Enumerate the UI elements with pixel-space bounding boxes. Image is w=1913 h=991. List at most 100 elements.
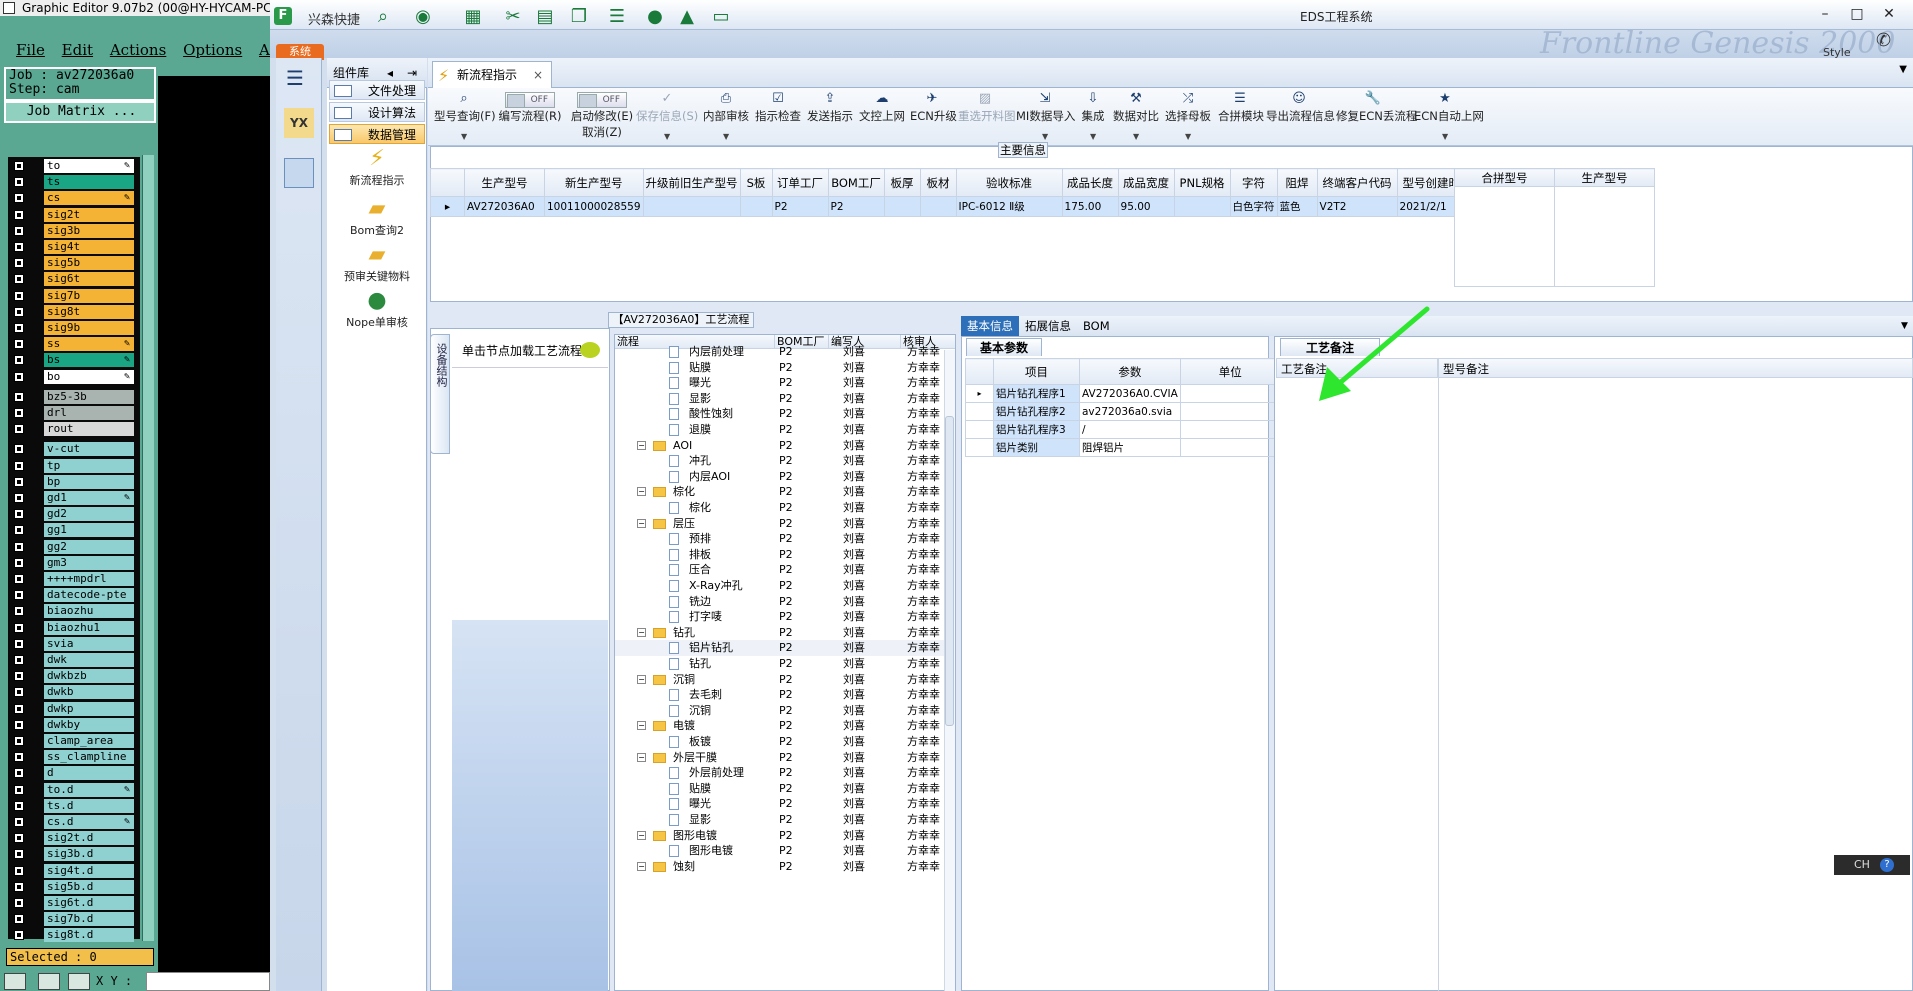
- layer-checkbox[interactable]: [14, 865, 24, 876]
- layer-checkbox[interactable]: [14, 849, 24, 860]
- job-matrix-button[interactable]: Job Matrix ...: [4, 101, 156, 123]
- layer-row[interactable]: d: [10, 766, 135, 781]
- tool-new-flow[interactable]: ⚡ 新流程指示: [327, 146, 427, 188]
- chevron-down-icon[interactable]: ▼: [664, 132, 670, 141]
- main-cell[interactable]: [919, 196, 957, 217]
- collapse-icon[interactable]: −: [637, 721, 646, 731]
- layer-checkbox[interactable]: [14, 817, 24, 827]
- layer-checkbox[interactable]: [14, 339, 24, 350]
- layer-checkbox[interactable]: [14, 306, 24, 317]
- tree-row[interactable]: 板镀P2刘喜方幸幸已审核: [615, 734, 945, 750]
- layer-checkbox[interactable]: [14, 898, 24, 908]
- tree-row[interactable]: −图形电镀P2刘喜方幸幸已审核: [615, 828, 945, 844]
- layer-checkbox[interactable]: [14, 622, 24, 633]
- tree-row[interactable]: 去毛刺P2刘喜方幸幸已审核: [615, 687, 945, 703]
- grid-tool-button[interactable]: [68, 973, 90, 990]
- layer-checkbox[interactable]: [14, 225, 24, 236]
- tree-row[interactable]: 退膜P2刘喜方幸幸已审核: [615, 422, 945, 438]
- merge-header[interactable]: 生产型号: [1554, 168, 1655, 187]
- main-cell[interactable]: [642, 196, 741, 217]
- device-structure-tab[interactable]: 设备结构: [430, 334, 450, 454]
- layer-row[interactable]: bs ✎: [10, 353, 135, 368]
- layer-checkbox[interactable]: [14, 355, 24, 366]
- main-cell[interactable]: [883, 196, 921, 217]
- collapse-icon[interactable]: −: [637, 627, 646, 637]
- layer-row[interactable]: sig3b: [10, 223, 135, 238]
- search-icon[interactable]: ⌕: [370, 6, 396, 28]
- tree-row[interactable]: X-Ray冲孔P2刘喜方幸幸已审核: [615, 578, 945, 594]
- process-tree-scroll-thumb[interactable]: [945, 416, 954, 726]
- tree-row[interactable]: 压合P2刘喜方幸幸已审核: [615, 562, 945, 578]
- toolbar-button[interactable]: ⤮ 选择母板 ▼: [1162, 88, 1214, 146]
- layer-row[interactable]: sig9b: [10, 321, 135, 335]
- layer-checkbox[interactable]: [14, 930, 24, 941]
- phone-icon[interactable]: ✆: [1876, 30, 1891, 51]
- layer-checkbox[interactable]: [14, 638, 24, 649]
- layer-row[interactable]: sig2t.d: [10, 831, 135, 846]
- main-cell[interactable]: V2T2: [1316, 196, 1398, 217]
- chevron-down-icon[interactable]: ▼: [1899, 64, 1907, 75]
- chevron-down-icon[interactable]: ▼: [1442, 132, 1448, 141]
- layer-checkbox[interactable]: [14, 703, 24, 714]
- tree-row[interactable]: 内层前处理P2刘喜方幸幸已审核: [615, 344, 945, 360]
- toolbar-button[interactable]: ▨ 重选开料图: [958, 88, 1016, 146]
- layer-checkbox[interactable]: [14, 574, 24, 584]
- tree-row[interactable]: 打字唛P2刘喜方幸幸已审核: [615, 609, 945, 625]
- layer-checkbox[interactable]: [14, 408, 24, 418]
- load-flow-node[interactable]: 单击节点加载工艺流程: [452, 334, 608, 368]
- layer-row[interactable]: datecode-pte: [10, 588, 135, 603]
- layer-checkbox[interactable]: [14, 290, 24, 301]
- monitor-icon[interactable]: ▭: [708, 6, 734, 28]
- calculator-icon[interactable]: [284, 158, 314, 188]
- layer-row[interactable]: sig5b.d: [10, 879, 135, 894]
- tree-row[interactable]: 棕化P2刘喜方幸幸已审核: [615, 500, 945, 516]
- layer-checkbox[interactable]: [14, 655, 24, 665]
- tree-row[interactable]: −钻孔P2刘喜方幸幸已审核: [615, 625, 945, 641]
- tab-extended-info[interactable]: 拓展信息: [1019, 316, 1077, 336]
- tree-row[interactable]: 曝光P2刘喜方幸幸已审核: [615, 375, 945, 391]
- layer-row[interactable]: sig8t: [10, 304, 135, 319]
- tree-row[interactable]: 沉铜P2刘喜方幸幸已审核: [615, 703, 945, 719]
- layer-row[interactable]: dwkbzb: [10, 669, 135, 684]
- layer-checkbox[interactable]: [14, 768, 24, 779]
- film-icon[interactable]: ▤: [532, 6, 558, 28]
- chevron-down-icon[interactable]: ▼: [1090, 132, 1096, 141]
- menu-icon[interactable]: ☰: [286, 66, 304, 90]
- layer-row[interactable]: drl: [10, 406, 135, 420]
- layer-row[interactable]: to ✎: [10, 159, 135, 173]
- layer-row[interactable]: sig7b.d: [10, 912, 135, 927]
- layer-row[interactable]: biaozhu1: [10, 620, 135, 635]
- layer-checkbox[interactable]: [14, 371, 24, 382]
- chevron-down-icon[interactable]: ▼: [1133, 132, 1139, 141]
- lib-item-file[interactable]: 文件处理: [329, 80, 425, 100]
- help-icon[interactable]: ?: [1880, 858, 1894, 872]
- layer-checkbox[interactable]: [14, 323, 24, 333]
- layer-checkbox[interactable]: [14, 177, 24, 188]
- layer-checkbox[interactable]: [14, 606, 24, 617]
- yx-module-icon[interactable]: YX: [284, 108, 314, 138]
- basic-cell-param[interactable]: AV272036A0.CVIA: [1079, 384, 1181, 403]
- layer-checkbox[interactable]: [14, 881, 24, 892]
- close-icon[interactable]: ×: [533, 62, 543, 88]
- layer-checkbox[interactable]: [14, 736, 24, 746]
- collapse-icon[interactable]: −: [637, 440, 646, 450]
- main-header[interactable]: 终端客户代码: [1316, 168, 1398, 197]
- basic-cell-unit[interactable]: [1179, 438, 1281, 457]
- globe-icon[interactable]: ◉: [410, 6, 436, 28]
- toolbar-button[interactable]: OFF 编写流程(R): [498, 88, 562, 146]
- basic-cell-param[interactable]: 阻焊铝片: [1079, 438, 1181, 457]
- row-indicator[interactable]: [965, 420, 994, 439]
- collapse-icon[interactable]: −: [637, 518, 646, 528]
- zoom-tool-button[interactable]: [4, 973, 26, 990]
- layer-row[interactable]: dwk: [10, 653, 135, 667]
- main-header[interactable]: 字符: [1229, 168, 1278, 197]
- tree-row[interactable]: 钻孔P2刘喜方幸幸已审核: [615, 656, 945, 672]
- toolbar-button[interactable]: ☰ 合拼模块: [1218, 88, 1264, 146]
- toolbar-button[interactable]: ⌕ 型号查询(F) ▼: [434, 88, 496, 146]
- layer-row[interactable]: cs ✎: [10, 191, 135, 206]
- layer-checkbox[interactable]: [14, 914, 24, 925]
- layer-row[interactable]: sig4t.d: [10, 863, 135, 878]
- layer-row[interactable]: tp: [10, 458, 135, 473]
- layer-checkbox[interactable]: [14, 509, 24, 520]
- tree-row[interactable]: 预排P2刘喜方幸幸已审核: [615, 531, 945, 547]
